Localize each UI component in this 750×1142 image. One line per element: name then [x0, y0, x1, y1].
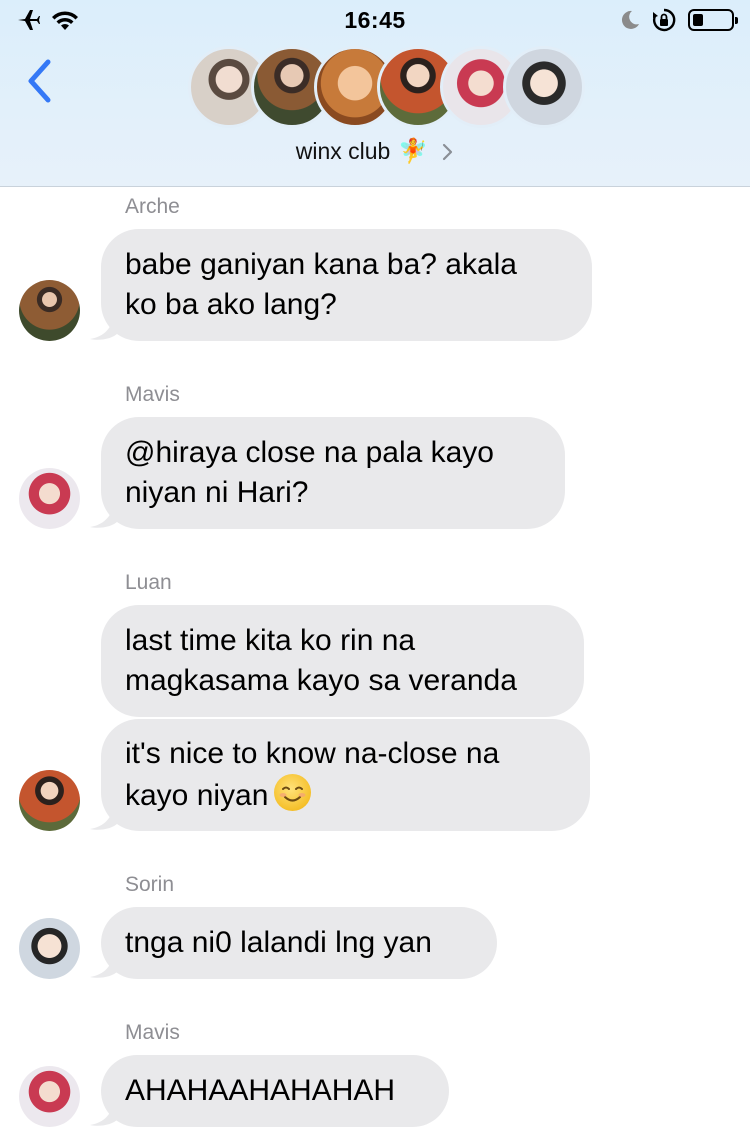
avatar[interactable] [19, 770, 80, 831]
status-bar: 16:45 [0, 0, 750, 42]
smiling-face-emoji [274, 774, 312, 811]
message-bubble[interactable]: @hiraya close na pala kayo niyan ni Hari… [101, 417, 565, 529]
conversation-header: 16:45 winx club 🧚 [0, 0, 750, 187]
group-avatars[interactable] [188, 46, 585, 130]
avatar[interactable] [19, 1066, 80, 1127]
bubble-tail [90, 801, 118, 830]
orientation-lock-icon [652, 8, 676, 32]
back-chevron-icon[interactable] [22, 56, 58, 106]
message-text: AHAHAAHAHAHAH [125, 1074, 396, 1107]
member-avatar-6 [503, 46, 585, 128]
message-bubble[interactable]: tnga ni0 lalandi lng yan [101, 907, 497, 979]
status-right [620, 8, 738, 32]
avatar[interactable] [19, 918, 80, 979]
battery-level [693, 14, 703, 26]
bubble-tail [90, 949, 118, 978]
bubble-tail [90, 311, 118, 340]
message-bubble[interactable]: babe ganiyan kana ba? akala ko ba ako la… [101, 229, 592, 341]
message-text: @hiraya close na pala kayo niyan ni Hari… [125, 436, 494, 509]
message-text: tnga ni0 lalandi lng yan [125, 926, 432, 959]
avatar[interactable] [19, 468, 80, 529]
bubble-tail [90, 499, 118, 528]
group-title: winx club [295, 138, 391, 164]
message-text: last time kita ko rin na magkasama kayo … [125, 624, 517, 697]
fairy-emoji: 🧚 [398, 138, 429, 165]
chevron-right-icon [443, 143, 453, 160]
moon-icon [621, 10, 639, 29]
sender-name: Mavis [125, 383, 180, 406]
sender-name: Luan [125, 571, 172, 594]
avatar[interactable] [19, 280, 80, 341]
message-text: it's nice to know na-close na kayo niyan [125, 737, 500, 812]
message-text: babe ganiyan kana ba? akala ko ba ako la… [125, 248, 517, 321]
bubble-tail [90, 1097, 118, 1126]
message-bubble[interactable]: it's nice to know na-close na kayo niyan [101, 719, 590, 831]
sender-name: Sorin [125, 873, 175, 896]
message-bubble[interactable]: last time kita ko rin na magkasama kayo … [101, 605, 584, 717]
group-title-button[interactable]: winx club 🧚 [0, 137, 750, 166]
message-bubble[interactable]: AHAHAAHAHAHAH [101, 1055, 449, 1127]
sender-name: Arche [125, 195, 180, 218]
battery-icon [688, 9, 738, 31]
sender-name: Mavis [125, 1021, 180, 1044]
